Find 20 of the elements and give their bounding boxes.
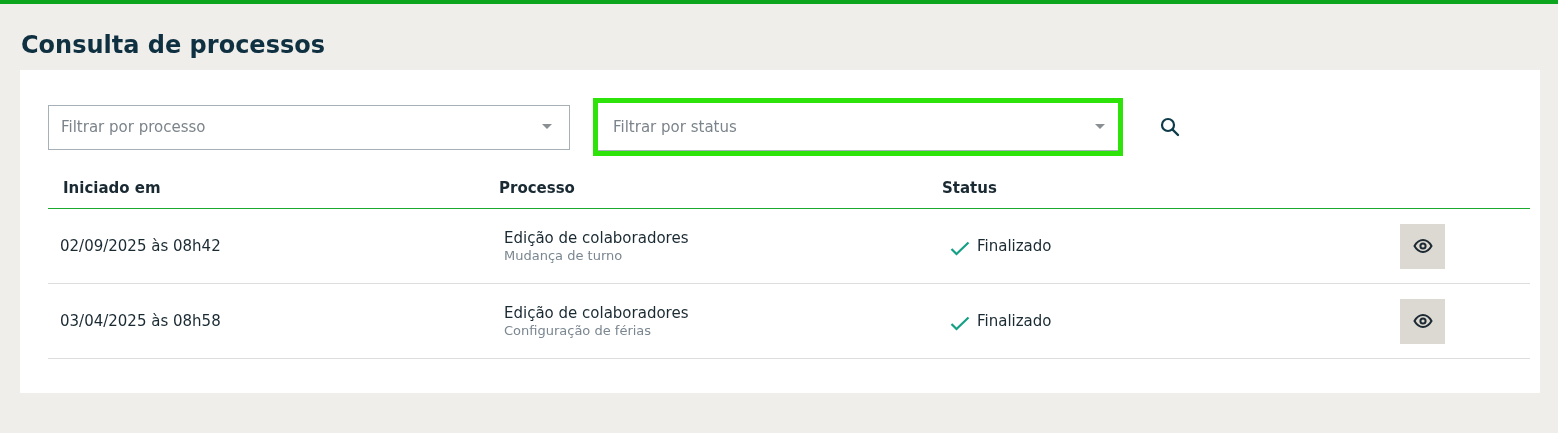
status-label: Finalizado (977, 237, 1052, 255)
process-detail: Mudança de turno (504, 248, 623, 263)
view-button[interactable] (1400, 223, 1445, 269)
eye-icon (1412, 314, 1433, 328)
page-title: Consulta de processos (20, 30, 326, 61)
process-detail: Configuração de férias (504, 323, 652, 338)
column-header: Status (942, 179, 998, 197)
caret-icon (1095, 124, 1105, 130)
caret-icon (542, 124, 552, 130)
process-name: Edição de colaboradores (504, 304, 689, 322)
column-header: Iniciado em (62, 179, 162, 197)
status-label: Finalizado (977, 312, 1052, 330)
process-name: Edição de colaboradores (504, 229, 689, 247)
eye-icon (1412, 239, 1433, 253)
filter-dropdown[interactable]: Filtrar por processo (48, 104, 570, 150)
table-cell: 02/09/2025 às 08h42 (60, 237, 221, 255)
column-header: Processo (499, 179, 576, 197)
table-cell: 03/04/2025 às 08h58 (60, 312, 221, 330)
filter-dropdown[interactable]: Filtrar por status (593, 98, 1123, 156)
view-button[interactable] (1400, 298, 1445, 344)
